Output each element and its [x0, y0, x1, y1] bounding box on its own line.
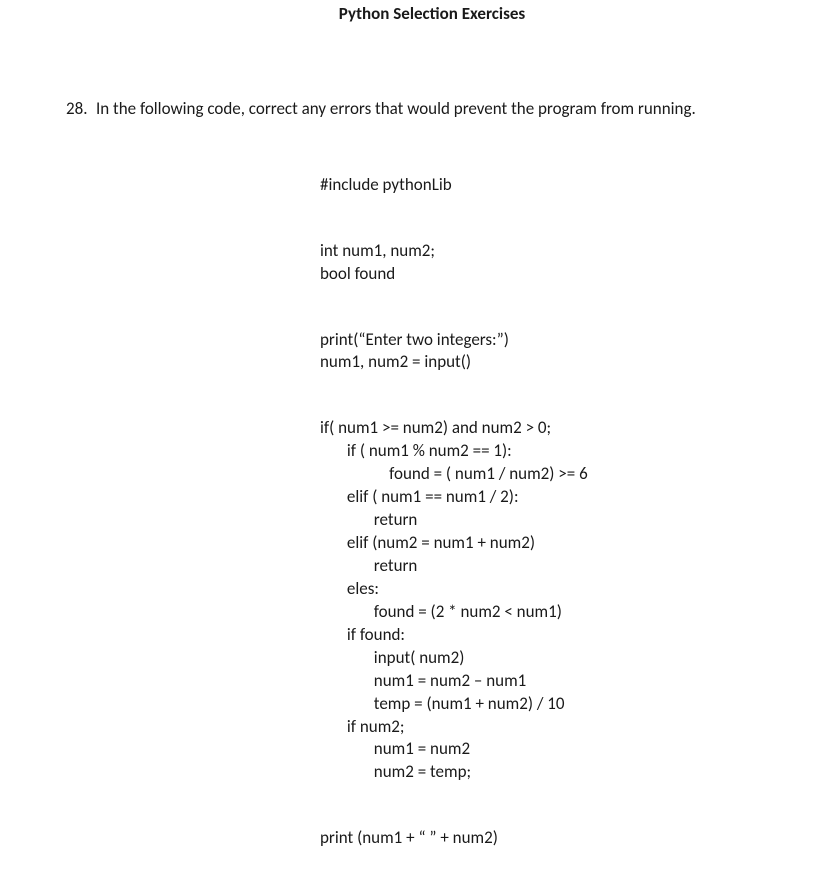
code-line: if( num1 >= num2) and num2 > 0;: [320, 417, 551, 438]
question-block: 28. In the following code, correct any e…: [0, 98, 828, 121]
code-line: elif (num2 = num1 + num2): [320, 532, 535, 553]
code-block: #include pythonLib int num1, num2; bool …: [320, 151, 828, 893]
code-line: elif ( num1 == num1 / 2):: [320, 486, 519, 507]
code-line: #include pythonLib: [320, 174, 452, 195]
code-line: found = ( num1 / num2) >= 6: [320, 463, 588, 484]
code-line: bool found: [320, 263, 395, 284]
code-line: if num2;: [320, 716, 404, 737]
code-line: int num1, num2;: [320, 240, 435, 261]
question-number: 28.: [66, 98, 96, 121]
code-line: print (num1 + “ ” + num2): [320, 827, 498, 848]
code-line: found = (2 * num2 < num1): [320, 601, 562, 622]
code-line: print(“Enter two integers:”): [320, 329, 509, 350]
code-line: num1 = num2 – num1: [320, 670, 526, 691]
code-line: input( num2): [320, 647, 464, 668]
page-title: Python Selection Exercises: [332, 0, 532, 26]
question-text: In the following code, correct any error…: [96, 98, 828, 121]
code-line: num1, num2 = input(): [320, 351, 471, 372]
code-line: return: [320, 555, 417, 576]
code-line: if ( num1 % num2 == 1):: [320, 440, 512, 461]
code-line: num2 = temp;: [320, 761, 471, 782]
code-line: return: [320, 509, 417, 530]
question-row: 28. In the following code, correct any e…: [66, 98, 828, 121]
code-line: eles:: [320, 578, 379, 599]
code-line: num1 = num2: [320, 738, 470, 759]
code-line: temp = (num1 + num2) / 10: [320, 693, 565, 714]
code-line: if found:: [320, 624, 405, 645]
